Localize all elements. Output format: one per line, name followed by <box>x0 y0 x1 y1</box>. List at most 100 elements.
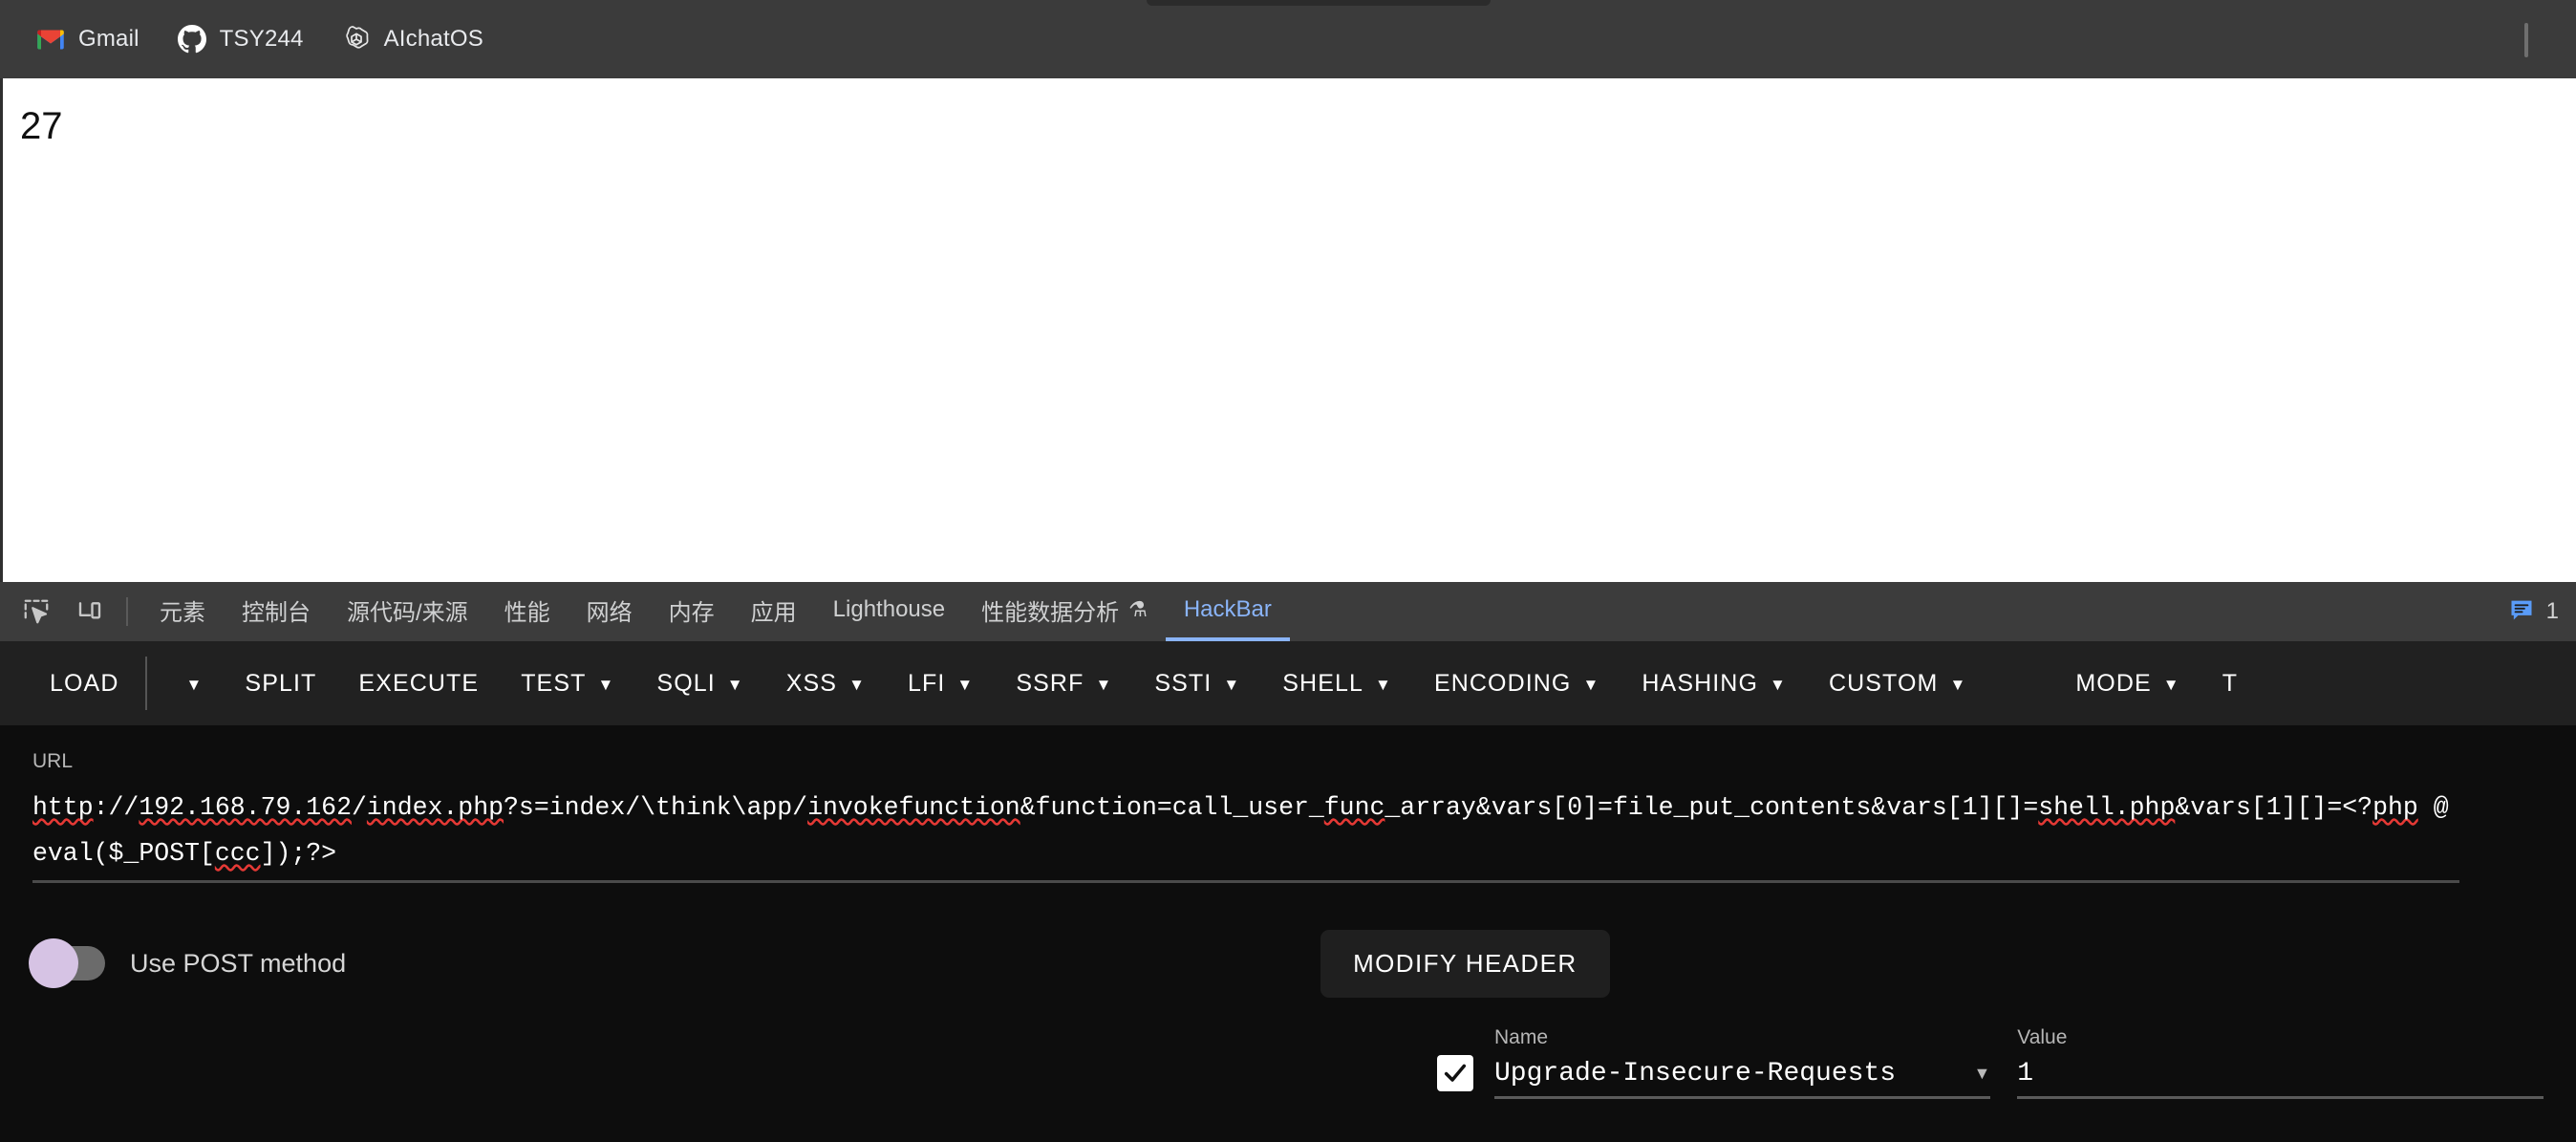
chevron-down-icon: ▼ <box>1582 675 1600 694</box>
bookmark-label: TSY244 <box>219 26 304 52</box>
bookmark-gmail[interactable]: Gmail <box>21 13 155 65</box>
use-post-method-label: Use POST method <box>130 948 347 978</box>
url-input[interactable]: http://192.168.79.162/index.php?s=index/… <box>32 785 2459 883</box>
hackbar-execute-button[interactable]: EXECUTE <box>337 655 500 712</box>
inspect-element-icon[interactable] <box>10 582 63 641</box>
bookmark-label: Gmail <box>78 26 140 52</box>
header-value-inputline[interactable]: 1 <box>2017 1059 2544 1099</box>
header-name-inputline[interactable]: Upgrade-Insecure-Requests ▼ <box>1494 1059 1991 1099</box>
console-message-icon[interactable] <box>2508 596 2535 628</box>
header-value-field: Value 1 <box>2017 1026 2544 1099</box>
chevron-down-icon: ▼ <box>1949 675 1967 694</box>
chevron-down-icon: ▼ <box>597 675 615 694</box>
chevron-down-icon: ▼ <box>1770 675 1787 694</box>
gmail-icon <box>36 25 65 54</box>
tab-sources[interactable]: 源代码/来源 <box>329 582 486 641</box>
header-name-field: Name Upgrade-Insecure-Requests ▼ <box>1494 1026 1991 1099</box>
page-viewport: 27 <box>0 78 2576 582</box>
chevron-down-icon: ▼ <box>956 675 975 694</box>
hackbar-ssrf-menu[interactable]: SSRF ▼ <box>995 655 1133 712</box>
chevron-down-icon: ▼ <box>185 675 204 694</box>
hackbar-split-button[interactable]: SPLIT <box>224 655 337 712</box>
tab-label: 应用 <box>750 599 797 626</box>
use-post-method-toggle[interactable] <box>29 938 105 988</box>
button-label: SQLI <box>656 669 716 697</box>
chevron-down-icon: ▼ <box>726 675 744 694</box>
bookmark-tsy244[interactable]: TSY244 <box>162 13 319 65</box>
hackbar-toolbar: LOAD ▼ SPLIT EXECUTE TEST ▼ SQLI ▼ XSS ▼ LF… <box>0 641 2576 725</box>
beaker-icon: ⚗ <box>1128 597 1148 621</box>
bookmarks-divider <box>2524 23 2528 57</box>
tab-hackbar[interactable]: HackBar <box>1165 582 1290 641</box>
devtools-tabbar: 元素 控制台 源代码/来源 性能 网络 内存 应用 Lighthouse 性能数… <box>0 582 2576 641</box>
console-message-count: 1 <box>2545 598 2559 624</box>
hackbar-lfi-menu[interactable]: LFI ▼ <box>887 655 995 712</box>
hackbar-load-dropdown[interactable]: ▼ <box>153 655 224 712</box>
url-field-label: URL <box>32 750 74 772</box>
hackbar-load-button[interactable]: LOAD <box>29 655 140 712</box>
tab-elements[interactable]: 元素 <box>141 582 224 641</box>
button-label: LOAD <box>50 669 119 697</box>
button-label: TEST <box>521 669 587 697</box>
tab-lighthouse[interactable]: Lighthouse <box>815 582 963 641</box>
browser-window: Gmail TSY244 AIchatOS 27 元素 控制台 源代码/来源 性… <box>0 0 2576 1142</box>
tab-console[interactable]: 控制台 <box>224 582 329 641</box>
bookmark-label: AIchatOS <box>383 26 483 52</box>
tab-label: 源代码/来源 <box>347 599 468 626</box>
hackbar-encoding-menu[interactable]: ENCODING ▼ <box>1413 655 1621 712</box>
window-notch <box>1147 0 1491 6</box>
button-label: MODE <box>2075 669 2152 697</box>
tab-label: 元素 <box>160 599 205 626</box>
devtools-tabbar-right: 1 <box>2508 582 2576 641</box>
header-name-caption: Name <box>1494 1026 1549 1048</box>
header-value-caption: Value <box>2017 1026 2068 1048</box>
button-label: EXECUTE <box>358 669 480 697</box>
header-row-checkbox[interactable] <box>1437 1055 1473 1091</box>
tab-network[interactable]: 网络 <box>569 582 651 641</box>
button-label: CUSTOM <box>1828 669 1939 697</box>
chevron-down-icon: ▼ <box>2162 675 2180 694</box>
devtools-panel: 元素 控制台 源代码/来源 性能 网络 内存 应用 Lighthouse 性能数… <box>0 582 2576 1142</box>
use-post-method-toggle-group[interactable]: Use POST method <box>29 938 347 988</box>
hackbar-toolbar-divider <box>145 657 148 710</box>
tab-memory[interactable]: 内存 <box>651 582 733 641</box>
chevron-down-icon[interactable]: ▼ <box>1973 1064 1990 1084</box>
hackbar-tools-menu[interactable]: T <box>2201 655 2259 712</box>
button-label: LFI <box>908 669 946 697</box>
chevron-down-icon: ▼ <box>1375 675 1392 694</box>
hackbar-xss-menu[interactable]: XSS ▼ <box>765 655 887 712</box>
button-label: SHELL <box>1282 669 1363 697</box>
hackbar-mode-menu[interactable]: MODE ▼ <box>2054 655 2200 712</box>
button-label: ENCODING <box>1433 669 1572 697</box>
hackbar-test-menu[interactable]: TEST ▼ <box>500 655 635 712</box>
tab-performance[interactable]: 性能 <box>486 582 569 641</box>
bookmark-aichatos[interactable]: AIchatOS <box>327 13 499 65</box>
hackbar-controls-row: Use POST method MODIFY HEADER <box>29 925 2544 1002</box>
tab-label: 内存 <box>668 599 715 626</box>
tab-label: 网络 <box>586 599 633 626</box>
modify-header-button[interactable]: MODIFY HEADER <box>1320 929 1610 998</box>
tab-label: 性能数据分析 <box>981 599 1120 626</box>
tab-label: 性能 <box>504 599 550 626</box>
hackbar-ssti-menu[interactable]: SSTI ▼ <box>1133 655 1261 712</box>
hackbar-custom-menu[interactable]: CUSTOM ▼ <box>1808 655 1987 712</box>
tab-label: Lighthouse <box>832 596 946 622</box>
page-body-text: 27 <box>20 105 63 147</box>
hackbar-shell-menu[interactable]: SHELL ▼ <box>1261 655 1413 712</box>
github-icon <box>177 25 206 54</box>
button-label: T <box>2222 669 2239 697</box>
tab-performance-insights[interactable]: 性能数据分析 ⚗ <box>963 582 1166 641</box>
toolbar-separator <box>126 597 128 626</box>
device-toolbar-icon[interactable] <box>63 582 117 641</box>
button-label: SPLIT <box>245 669 317 697</box>
tab-label: HackBar <box>1183 596 1272 622</box>
hackbar-sqli-menu[interactable]: SQLI ▼ <box>635 655 764 712</box>
chevron-down-icon: ▼ <box>1223 675 1241 694</box>
tab-application[interactable]: 应用 <box>733 582 815 641</box>
toggle-knob <box>29 938 78 988</box>
chevron-down-icon: ▼ <box>848 675 866 694</box>
chevron-down-icon: ▼ <box>1095 675 1113 694</box>
hackbar-hashing-menu[interactable]: HASHING ▼ <box>1621 655 1808 712</box>
hackbar-body: URL http://192.168.79.162/index.php?s=in… <box>0 725 2576 1142</box>
header-value-value: 1 <box>2017 1059 2034 1088</box>
